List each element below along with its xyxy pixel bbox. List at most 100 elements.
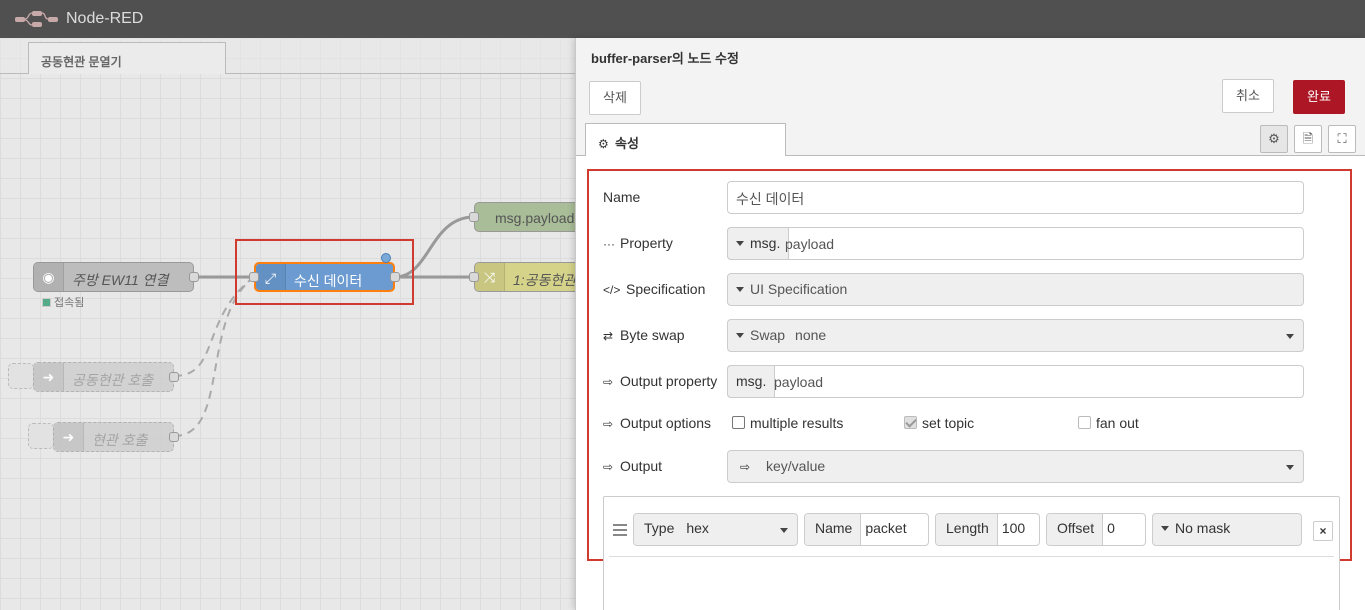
property-type-select[interactable]: msg. xyxy=(727,227,790,260)
specification-list: Type hex Name packet Length 100 Offset 0 No … xyxy=(603,496,1340,610)
node-label: 주방 EW11 연결 xyxy=(72,272,169,288)
tray-tab-bar: ⚙ 속성 ⚙ 🗎 ⛶ xyxy=(576,121,1365,157)
node-label: 1:공동현관 xyxy=(513,272,575,288)
drag-handle-icon[interactable] xyxy=(613,524,627,536)
checkbox-box[interactable] xyxy=(904,416,917,429)
node-appearance-button[interactable]: ⛶ xyxy=(1328,125,1356,153)
done-button[interactable]: 완료 xyxy=(1293,80,1345,114)
specification-label: </> Specification xyxy=(603,281,706,297)
tab-flow[interactable]: 공동현관 문열기 xyxy=(28,42,226,74)
node-entrance-call[interactable]: ➜ 현관 호출 xyxy=(53,422,174,452)
remove-row-button[interactable]: × xyxy=(1313,521,1333,541)
spec-length-value: 100 xyxy=(1001,520,1026,536)
tray-title: buffer-parser의 노드 수정 xyxy=(591,51,739,66)
specification-value: UI Specification xyxy=(750,281,848,297)
byte-swap-select[interactable]: Swap none xyxy=(727,319,1304,352)
fan-out-checkbox[interactable]: fan out xyxy=(1078,415,1139,431)
input-port[interactable] xyxy=(469,212,479,222)
multiple-results-checkbox[interactable]: multiple results xyxy=(732,415,843,431)
switch-icon: ⤨ xyxy=(475,263,505,291)
byte-swap-label: ⇄ Byte swap xyxy=(603,327,685,343)
property-typed-input[interactable]: msg. payload xyxy=(727,227,1304,260)
app-header: Node-RED xyxy=(0,0,1365,38)
output-property-prefix: msg. xyxy=(727,365,776,398)
checkbox-box[interactable] xyxy=(1078,416,1091,429)
link-in-icon: ➜ xyxy=(34,363,64,391)
set-topic-checkbox[interactable]: set topic xyxy=(904,415,974,431)
spec-offset-value: 0 xyxy=(1107,520,1115,536)
output-property-value: payload xyxy=(774,374,824,390)
caret-down-icon xyxy=(736,287,744,292)
output-value: key/value xyxy=(766,458,826,474)
node-settings-button[interactable]: ⚙ xyxy=(1260,125,1288,153)
sign-out-icon: ⇨ xyxy=(603,460,614,474)
node-description-button[interactable]: 🗎 xyxy=(1294,125,1322,153)
name-input-value: 수신 데이터 xyxy=(736,191,805,207)
spec-mask-select[interactable]: No mask xyxy=(1152,513,1302,546)
spec-type-value: hex xyxy=(686,520,709,536)
cancel-button[interactable]: 취소 xyxy=(1222,79,1274,113)
tab-properties[interactable]: ⚙ 속성 xyxy=(585,123,786,157)
spec-offset-input[interactable]: Offset 0 xyxy=(1046,513,1146,546)
sign-out-icon: ⇨ xyxy=(603,375,614,389)
specification-select[interactable]: UI Specification xyxy=(727,273,1304,306)
frame-icon: ⛶ xyxy=(1337,131,1347,146)
workspace-tab-bar: 공동현관 문열기 xyxy=(0,38,575,74)
property-value: payload xyxy=(785,236,835,252)
input-port[interactable] xyxy=(469,272,479,282)
delete-button[interactable]: 삭제 xyxy=(589,81,641,115)
output-label: ⇨ Output xyxy=(603,458,663,474)
node-status: 접속됨 xyxy=(42,294,84,310)
ellipsis-icon: ··· xyxy=(603,237,615,251)
name-input[interactable]: 수신 데이터 xyxy=(727,181,1304,214)
byte-swap-prefix: Swap xyxy=(750,327,786,343)
spec-length-input[interactable]: Length 100 xyxy=(935,513,1040,546)
flow-workspace[interactable]: 공동현관 문열기 ◉ 주방 EW11 연결 접속됨 ⤢ 수신 데이터 msg.p… xyxy=(0,38,575,610)
document-icon: 🗎 xyxy=(1302,131,1314,146)
status-text: 접속됨 xyxy=(54,297,85,309)
caret-down-icon xyxy=(736,241,744,246)
node-common-call[interactable]: ➜ 공동현관 호출 xyxy=(33,362,174,392)
tab-properties-label: 속성 xyxy=(615,136,639,151)
app-title: Node-RED xyxy=(66,10,144,27)
node-switch-door[interactable]: ⤨ 1:공동현관 xyxy=(474,262,575,292)
spec-name-value: packet xyxy=(865,520,907,536)
node-properties-form: Name 수신 데이터 ··· Property msg. payload </>… xyxy=(576,156,1365,610)
byte-swap-value: none xyxy=(795,327,827,343)
output-port[interactable] xyxy=(169,372,179,382)
sign-out-icon: ⇨ xyxy=(603,417,614,431)
property-label: ··· Property xyxy=(603,235,673,251)
code-icon: </> xyxy=(603,283,621,297)
spec-name-label: Name xyxy=(805,514,862,545)
output-port[interactable] xyxy=(169,432,179,442)
node-highlight-box xyxy=(235,239,414,305)
caret-down-icon xyxy=(736,333,744,338)
spec-type-label: Type xyxy=(634,514,683,545)
close-icon: × xyxy=(1319,524,1327,538)
name-label: Name xyxy=(603,189,641,205)
node-label: 현관 호출 xyxy=(92,432,148,448)
spec-type-select[interactable]: Type hex xyxy=(633,513,798,546)
status-dot-icon xyxy=(42,298,51,307)
output-select[interactable]: ⇨ key/value xyxy=(727,450,1304,483)
chevron-down-icon xyxy=(1286,334,1294,339)
spec-name-input[interactable]: Name packet xyxy=(804,513,929,546)
edit-tray: buffer-parser의 노드 수정 삭제 취소 완료 ⚙ 속성 ⚙ 🗎 ⛶ … xyxy=(575,38,1365,610)
node-debug-msg-payload[interactable]: msg.payload xyxy=(474,202,575,232)
output-property-input[interactable]: msg. payload xyxy=(727,365,1304,398)
gear-icon: ⚙ xyxy=(598,137,609,151)
node-label: msg.payload xyxy=(495,210,575,226)
disabled-button-stub xyxy=(28,423,54,449)
chevron-down-icon xyxy=(1286,465,1294,470)
node-kitchen-ew11[interactable]: ◉ 주방 EW11 연결 xyxy=(33,262,194,292)
checkbox-box[interactable] xyxy=(732,416,745,429)
caret-down-icon xyxy=(1161,526,1169,531)
flow-wires xyxy=(173,215,475,437)
output-options-label: ⇨ Output options xyxy=(603,415,712,431)
swap-arrows-icon: ⇄ xyxy=(603,329,614,343)
output-port[interactable] xyxy=(189,272,199,282)
node-red-logo-icon xyxy=(15,11,58,27)
spec-length-label: Length xyxy=(936,514,998,545)
chevron-down-icon xyxy=(780,528,788,533)
disabled-button-stub xyxy=(8,363,34,389)
